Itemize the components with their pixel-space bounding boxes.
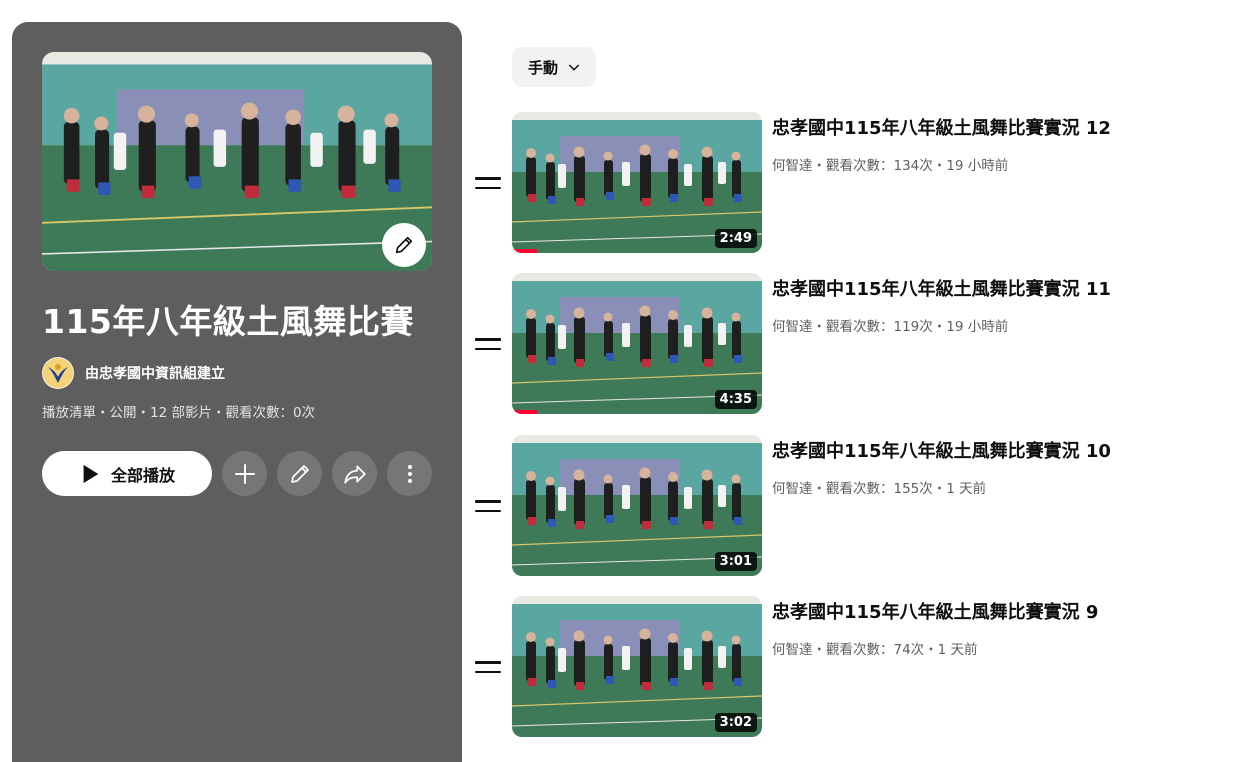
video-title[interactable]: 忠孝國中115年八年級土風舞比賽實況 10 xyxy=(772,437,1111,463)
video-thumbnail[interactable]: 2:49 xyxy=(512,112,762,253)
video-title[interactable]: 忠孝國中115年八年級土風舞比賽實況 12 xyxy=(772,114,1111,140)
video-duration: 3:01 xyxy=(714,552,757,571)
video-title[interactable]: 忠孝國中115年八年級土風舞比賽實況 11 xyxy=(772,275,1111,301)
sort-dropdown[interactable]: 手動 xyxy=(512,47,597,87)
video-thumbnail[interactable]: 3:01 xyxy=(512,435,762,576)
edit-cover-button[interactable] xyxy=(382,223,426,267)
playlist-meta: 播放清單・公開・12 部影片・觀看次數：0次 xyxy=(42,405,316,421)
playlist-cover-thumbnail[interactable] xyxy=(42,52,432,271)
video-meta: 何智達・觀看次數：134次・19 小時前 xyxy=(772,158,1009,174)
drag-handle-icon[interactable] xyxy=(475,332,503,356)
playlist-video-item[interactable]: 2:49 忠孝國中115年八年級土風舞比賽實況 12 何智達・觀看次數：134次… xyxy=(475,112,1215,253)
video-duration: 2:49 xyxy=(714,229,757,248)
playlist-header-panel: 115年八年級土風舞比賽 由忠孝國中資訊組建立 播放清單・公開・12 部影片・觀… xyxy=(12,22,462,762)
video-duration: 3:02 xyxy=(714,713,757,732)
drag-handle-icon[interactable] xyxy=(475,171,503,195)
playlist-actions: 全部播放 xyxy=(42,451,432,496)
video-meta: 何智達・觀看次數：155次・1 天前 xyxy=(772,481,987,497)
chevron-down-icon xyxy=(568,64,580,71)
play-icon xyxy=(83,464,99,483)
more-actions-button[interactable] xyxy=(387,451,432,496)
share-playlist-button[interactable] xyxy=(332,451,377,496)
playlist-cover-image xyxy=(42,52,432,271)
watch-progress-bar xyxy=(512,410,537,414)
sort-label: 手動 xyxy=(528,58,559,77)
school-logo-icon xyxy=(43,358,73,388)
pencil-icon xyxy=(290,464,309,483)
video-title[interactable]: 忠孝國中115年八年級土風舞比賽實況 9 xyxy=(772,598,1098,624)
play-all-button[interactable]: 全部播放 xyxy=(42,451,212,496)
video-meta: 何智達・觀看次數：74次・1 天前 xyxy=(772,642,978,658)
play-all-label: 全部播放 xyxy=(110,465,175,485)
add-to-playlist-button[interactable] xyxy=(222,451,267,496)
video-duration: 4:35 xyxy=(714,390,757,409)
more-vertical-icon xyxy=(407,464,412,483)
drag-handle-icon[interactable] xyxy=(475,494,503,518)
playlist-title: 115年八年級土風舞比賽 xyxy=(42,302,414,341)
pencil-icon xyxy=(395,236,413,254)
edit-playlist-button[interactable] xyxy=(277,451,322,496)
video-thumbnail[interactable]: 4:35 xyxy=(512,273,762,414)
drag-handle-icon[interactable] xyxy=(475,655,503,679)
owner-name[interactable]: 由忠孝國中資訊組建立 xyxy=(85,363,225,383)
plus-icon xyxy=(234,463,255,484)
playlist-video-item[interactable]: 4:35 忠孝國中115年八年級土風舞比賽實況 11 何智達・觀看次數：119次… xyxy=(475,273,1215,414)
video-thumbnail[interactable]: 3:02 xyxy=(512,596,762,737)
video-meta: 何智達・觀看次數：119次・19 小時前 xyxy=(772,319,1009,335)
playlist-video-item[interactable]: 3:02 忠孝國中115年八年級土風舞比賽實況 9 何智達・觀看次數：74次・1… xyxy=(475,596,1215,737)
owner-avatar[interactable] xyxy=(42,357,74,389)
playlist-owner[interactable]: 由忠孝國中資訊組建立 xyxy=(42,357,432,389)
share-icon xyxy=(343,465,366,484)
watch-progress-bar xyxy=(512,249,537,253)
playlist-video-item[interactable]: 3:01 忠孝國中115年八年級土風舞比賽實況 10 何智達・觀看次數：155次… xyxy=(475,435,1215,576)
